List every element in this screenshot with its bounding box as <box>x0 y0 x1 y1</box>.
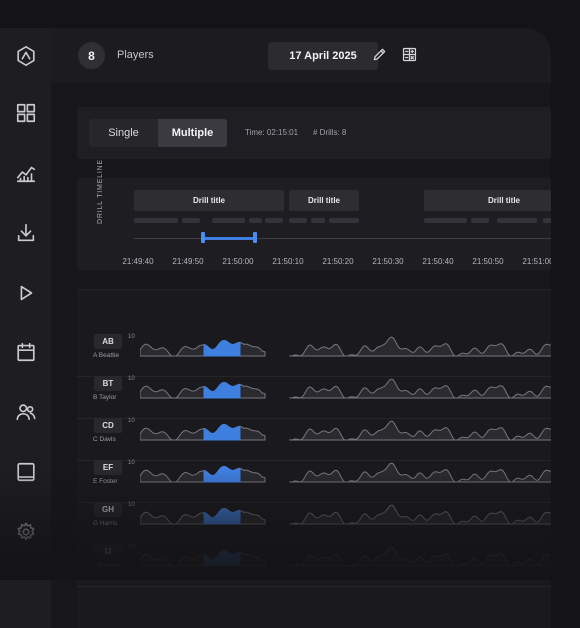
main-content: Single Multiple Time: 02:15:01 # Drills:… <box>51 83 551 628</box>
app-logo-icon[interactable] <box>13 43 39 69</box>
timeline-tick-label: 21:49:40 <box>122 257 154 266</box>
waveform-area <box>140 549 266 567</box>
single-mode-button[interactable]: Single <box>89 119 158 147</box>
timeline-selection[interactable] <box>203 237 256 240</box>
waveform-highlight <box>203 423 241 441</box>
player-name: I Johnson <box>93 562 122 569</box>
play-icon[interactable] <box>13 280 39 306</box>
activity-waveform <box>140 504 551 525</box>
player-name: A Beattie <box>93 352 120 359</box>
calendar-icon[interactable] <box>13 339 39 365</box>
player-name: G Harris <box>93 520 118 527</box>
timeline-tick-label: 21:50:10 <box>272 257 304 266</box>
top-bar: 8 Players 17 April 2025 <box>51 28 551 83</box>
waveform-area <box>140 381 266 399</box>
multiple-mode-button[interactable]: Multiple <box>158 119 227 147</box>
timeline-track <box>134 238 551 239</box>
player-name: B Taylor <box>93 394 117 401</box>
pencil-icon[interactable] <box>371 46 391 66</box>
timeline-tick-label: 21:50:00 <box>222 257 254 266</box>
drill-title-2[interactable]: Drill title <box>289 190 359 211</box>
drill-title-1[interactable]: Drill title <box>134 190 284 211</box>
scale-label: 10 <box>128 502 135 508</box>
waveform-area <box>140 465 266 483</box>
scale-label: 10 <box>128 544 135 550</box>
waveform-area <box>289 336 551 357</box>
date-picker-button[interactable]: 17 April 2025 <box>268 42 378 70</box>
timeline-segment <box>182 218 200 223</box>
player-initials: EF <box>94 460 122 475</box>
scale-label: 10 <box>128 334 135 340</box>
player-name: E Foster <box>93 478 118 485</box>
mode-panel: Single Multiple Time: 02:15:01 # Drills:… <box>77 107 551 159</box>
waveform-area <box>289 462 551 483</box>
timeline-segment <box>134 218 178 223</box>
timeline-segment <box>249 218 262 223</box>
users-icon[interactable] <box>13 399 39 425</box>
timeline-segment <box>543 218 551 223</box>
activity-waveform <box>140 378 551 399</box>
scale-label: 10 <box>128 376 135 382</box>
waveform-area <box>140 423 266 441</box>
waveform-highlight <box>203 339 241 357</box>
timeline-segment <box>265 218 283 223</box>
gear-icon[interactable] <box>13 519 39 545</box>
waveform-highlight <box>203 549 241 567</box>
player-initials: IJ <box>94 544 122 559</box>
calculator-icon[interactable] <box>401 46 421 66</box>
timeline-tick-label: 21:51:00 <box>522 257 551 266</box>
mode-segmented-control: Single Multiple <box>89 119 227 147</box>
waveform-highlight <box>203 507 241 525</box>
waveform-highlight <box>203 465 241 483</box>
player-initials: AB <box>94 334 122 349</box>
players-label: Players <box>117 49 154 61</box>
timeline-segment <box>497 218 537 223</box>
waveform-area <box>289 378 551 399</box>
activity-waveform <box>140 462 551 483</box>
timeline-segment <box>424 218 467 223</box>
timeline-tick-label: 21:50:20 <box>322 257 354 266</box>
scale-label: 10 <box>128 460 135 466</box>
drill-count: # Drills: 8 <box>313 128 347 137</box>
player-initials: BT <box>94 376 122 391</box>
waveform-area <box>289 504 551 525</box>
player-count-badge: 8 <box>78 42 105 69</box>
player-activity-panel: AB A Beattie 10 BT B Taylor 10 CD C Davi… <box>77 289 551 628</box>
download-icon[interactable] <box>13 220 39 246</box>
drill-timeline-panel: DRILL TIMELINE Drill title Drill title D… <box>77 159 551 270</box>
waveform-area <box>289 546 551 567</box>
player-initials: GH <box>94 502 122 517</box>
dashboard-icon[interactable] <box>13 100 39 126</box>
scale-label: 10 <box>128 418 135 424</box>
timeline-tick-label: 21:50:50 <box>472 257 504 266</box>
sidebar <box>0 28 52 628</box>
player-initials: CD <box>94 418 122 433</box>
analytics-chart-icon[interactable] <box>13 160 39 186</box>
player-name: C Davis <box>93 436 116 443</box>
player-row[interactable]: IJ I Johnson 10 <box>77 544 551 587</box>
timeline-tick-label: 21:50:40 <box>422 257 454 266</box>
session-time: Time: 02:15:01 <box>245 128 299 137</box>
activity-waveform <box>140 546 551 567</box>
timeline-segment <box>289 218 307 223</box>
timeline-segment <box>471 218 489 223</box>
timeline-segment <box>329 218 359 223</box>
waveform-area <box>140 339 266 357</box>
waveform-area <box>140 507 266 525</box>
timeline-end-handle[interactable] <box>253 232 257 243</box>
waveform-area <box>289 420 551 441</box>
drill-timeline-label: DRILL TIMELINE <box>97 159 104 224</box>
tablet-icon[interactable] <box>13 459 39 485</box>
activity-waveform <box>140 420 551 441</box>
timeline-tick-label: 21:50:30 <box>372 257 404 266</box>
app-window: 8 Players 17 April 2025 Single Multiple … <box>0 28 551 628</box>
timeline-start-handle[interactable] <box>201 232 205 243</box>
drill-title-3[interactable]: Drill title <box>424 190 551 211</box>
timeline-tick-label: 21:49:50 <box>172 257 204 266</box>
timeline-segment <box>311 218 325 223</box>
timeline-segment <box>212 218 245 223</box>
waveform-highlight <box>203 381 241 399</box>
activity-waveform <box>140 336 551 357</box>
